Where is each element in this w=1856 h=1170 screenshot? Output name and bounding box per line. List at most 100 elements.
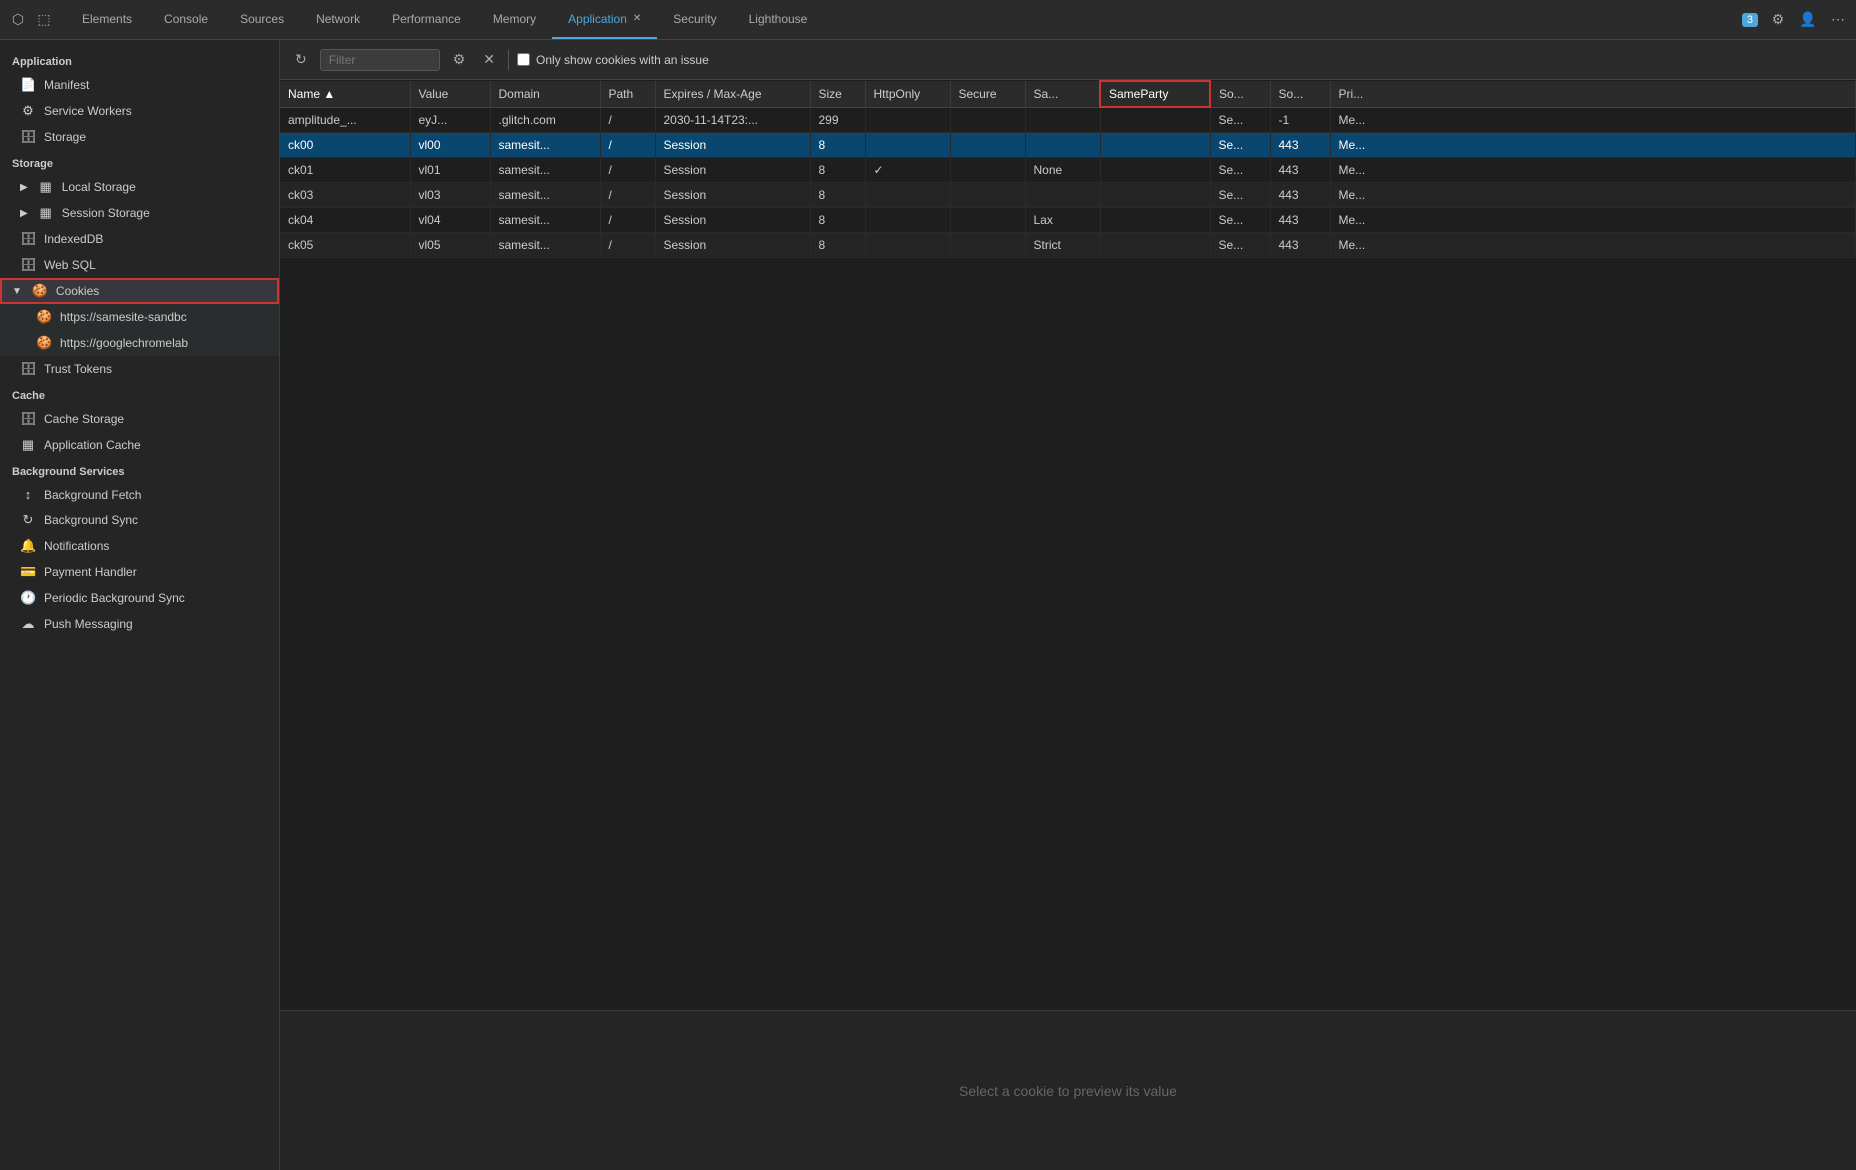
websql-icon: 🗄 — [20, 257, 36, 273]
cell-size: 8 — [810, 157, 865, 182]
cookies-label: Cookies — [56, 284, 99, 298]
col-header-path[interactable]: Path — [600, 81, 655, 107]
notification-badge: 3 — [1742, 13, 1758, 27]
manifest-label: Manifest — [44, 78, 89, 92]
close-icon[interactable]: ✕ — [633, 13, 641, 24]
cell-sameparty — [1100, 182, 1210, 207]
cookies-icon: 🍪 — [32, 283, 48, 299]
payment-handler-label: Payment Handler — [44, 565, 137, 579]
cell-size: 8 — [810, 232, 865, 257]
cell-source1: Se... — [1210, 107, 1270, 132]
sidebar-item-local-storage[interactable]: ▶ ▦ Local Storage — [0, 174, 279, 200]
sidebar-item-cookie-google[interactable]: 🍪 https://googlechromelab — [0, 330, 279, 356]
tab-network[interactable]: Network — [300, 0, 376, 39]
sidebar-item-notifications[interactable]: 🔔 Notifications — [0, 533, 279, 559]
col-header-samesite[interactable]: Sa... — [1025, 81, 1100, 107]
table-row[interactable]: ck01 vl01 samesit... / Session 8 ✓ None … — [280, 157, 1856, 182]
toolbar-separator — [508, 50, 509, 70]
sidebar-item-manifest[interactable]: 📄 Manifest — [0, 72, 279, 98]
cell-value: vl04 — [410, 207, 490, 232]
col-header-value[interactable]: Value — [410, 81, 490, 107]
local-storage-icon: ▦ — [38, 179, 54, 195]
col-header-source2[interactable]: So... — [1270, 81, 1330, 107]
table-header: Name ▲ Value Domain Path Expires / Max-A… — [280, 81, 1856, 107]
device-icon[interactable]: ⬚ — [34, 10, 54, 30]
filter-settings-icon[interactable]: ⚙ — [448, 48, 471, 71]
col-header-source1[interactable]: So... — [1210, 81, 1270, 107]
sidebar-item-web-sql[interactable]: 🗄 Web SQL — [0, 252, 279, 278]
sidebar-item-cookie-samesite[interactable]: 🍪 https://samesite-sandbc — [0, 304, 279, 330]
cache-storage-label: Cache Storage — [44, 412, 124, 426]
issue-filter-checkbox[interactable] — [517, 53, 530, 66]
sidebar-item-trust-tokens[interactable]: 🗄 Trust Tokens — [0, 356, 279, 382]
col-header-expires[interactable]: Expires / Max-Age — [655, 81, 810, 107]
table-row[interactable]: ck03 vl03 samesit... / Session 8 Se... 4… — [280, 182, 1856, 207]
cell-path: / — [600, 157, 655, 182]
cell-path: / — [600, 232, 655, 257]
cell-source1: Se... — [1210, 232, 1270, 257]
service-worker-icon: ⚙ — [20, 103, 36, 119]
tab-sources[interactable]: Sources — [224, 0, 300, 39]
cell-value: vl00 — [410, 132, 490, 157]
cookies-table: Name ▲ Value Domain Path Expires / Max-A… — [280, 80, 1856, 258]
tab-elements[interactable]: Elements — [66, 0, 148, 39]
session-storage-label: Session Storage — [62, 206, 150, 220]
cell-size: 299 — [810, 107, 865, 132]
tab-console[interactable]: Console — [148, 0, 224, 39]
notifications-label: Notifications — [44, 539, 109, 553]
cell-size: 8 — [810, 207, 865, 232]
col-header-name[interactable]: Name ▲ — [280, 81, 410, 107]
table-row[interactable]: ck05 vl05 samesit... / Session 8 Strict … — [280, 232, 1856, 257]
refresh-button[interactable]: ↻ — [290, 48, 312, 71]
table-row[interactable]: amplitude_... eyJ... .glitch.com / 2030-… — [280, 107, 1856, 132]
sidebar-item-cache-storage[interactable]: 🗄 Cache Storage — [0, 406, 279, 432]
col-header-size[interactable]: Size — [810, 81, 865, 107]
cell-name: ck00 — [280, 132, 410, 157]
cell-source1: Se... — [1210, 132, 1270, 157]
table-row[interactable]: ck00 vl00 samesit... / Session 8 Se... 4… — [280, 132, 1856, 157]
tab-security[interactable]: Security — [657, 0, 732, 39]
app-cache-icon: ▦ — [20, 437, 36, 453]
col-header-sameparty[interactable]: SameParty — [1100, 81, 1210, 107]
col-header-secure[interactable]: Secure — [950, 81, 1025, 107]
sidebar-item-application-cache[interactable]: ▦ Application Cache — [0, 432, 279, 458]
col-header-httponly[interactable]: HttpOnly — [865, 81, 950, 107]
tab-application[interactable]: Application ✕ — [552, 0, 657, 39]
section-storage: Storage — [0, 150, 279, 174]
sidebar-item-push-messaging[interactable]: ☁ Push Messaging — [0, 611, 279, 637]
cell-name: amplitude_... — [280, 107, 410, 132]
sidebar-item-cookies[interactable]: ▼ 🍪 Cookies — [0, 278, 279, 304]
tab-lighthouse[interactable]: Lighthouse — [733, 0, 824, 39]
cell-size: 8 — [810, 132, 865, 157]
sidebar-item-payment-handler[interactable]: 💳 Payment Handler — [0, 559, 279, 585]
sidebar-item-service-workers[interactable]: ⚙ Service Workers — [0, 98, 279, 124]
sidebar-item-bg-sync[interactable]: ↻ Background Sync — [0, 507, 279, 533]
gear-icon[interactable]: ⚙ — [1768, 10, 1788, 30]
cell-priority: Me... — [1330, 207, 1856, 232]
filter-input[interactable] — [320, 49, 440, 71]
issue-filter-checkbox-label[interactable]: Only show cookies with an issue — [517, 53, 709, 67]
tab-memory[interactable]: Memory — [477, 0, 552, 39]
push-messaging-icon: ☁ — [20, 616, 36, 632]
sidebar-item-bg-fetch[interactable]: ↕ Background Fetch — [0, 482, 279, 507]
cell-samesite: Strict — [1025, 232, 1100, 257]
person-icon[interactable]: 👤 — [1798, 10, 1818, 30]
sidebar-item-indexeddb[interactable]: 🗄 IndexedDB — [0, 226, 279, 252]
sidebar-item-session-storage[interactable]: ▶ ▦ Session Storage — [0, 200, 279, 226]
cell-value: vl05 — [410, 232, 490, 257]
cell-domain: samesit... — [490, 232, 600, 257]
sidebar-item-periodic-sync[interactable]: 🕐 Periodic Background Sync — [0, 585, 279, 611]
cell-path: / — [600, 132, 655, 157]
cursor-icon[interactable]: ⬡ — [8, 10, 28, 30]
sidebar-item-storage[interactable]: 🗄 Storage — [0, 124, 279, 150]
tab-performance[interactable]: Performance — [376, 0, 477, 39]
col-header-domain[interactable]: Domain — [490, 81, 600, 107]
cell-path: / — [600, 182, 655, 207]
bg-sync-label: Background Sync — [44, 513, 138, 527]
cell-priority: Me... — [1330, 182, 1856, 207]
table-row[interactable]: ck04 vl04 samesit... / Session 8 Lax Se.… — [280, 207, 1856, 232]
clear-filter-button[interactable]: ✕ — [478, 48, 500, 71]
more-icon[interactable]: ⋯ — [1828, 10, 1848, 30]
cell-expires: Session — [655, 232, 810, 257]
col-header-priority[interactable]: Pri... — [1330, 81, 1856, 107]
